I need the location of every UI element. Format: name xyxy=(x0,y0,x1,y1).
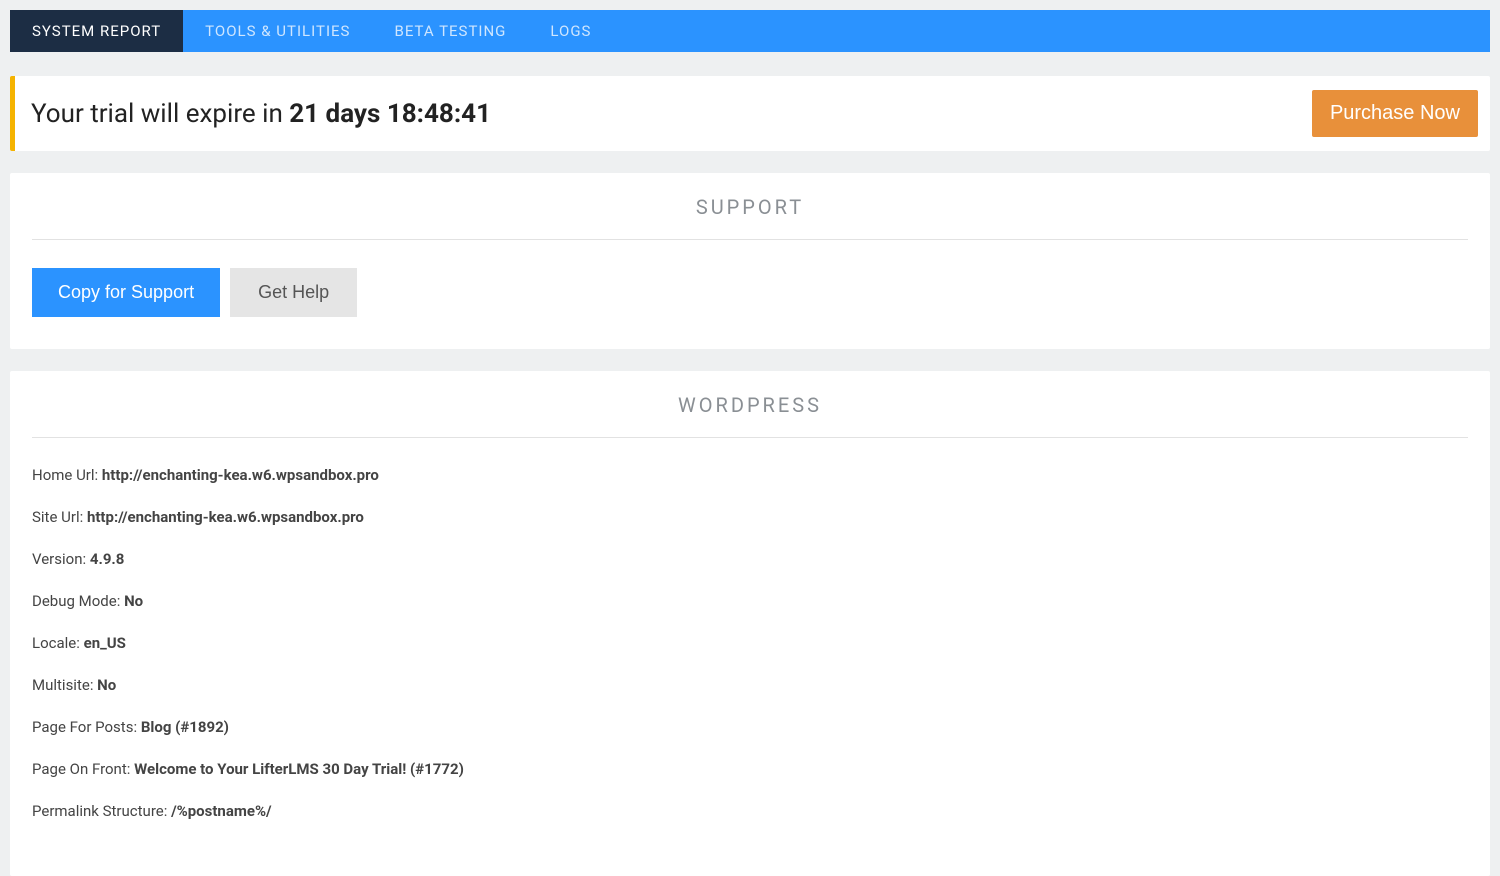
value: No xyxy=(124,592,143,610)
label: Locale: xyxy=(32,634,84,652)
trial-countdown: 21 days 18:48:41 xyxy=(289,99,491,129)
label: Version: xyxy=(32,550,90,568)
row-debug-mode: Debug Mode: No xyxy=(32,592,1468,610)
label: Page On Front: xyxy=(32,760,134,778)
row-page-for-posts: Page For Posts: Blog (#1892) xyxy=(32,718,1468,736)
label: Page For Posts: xyxy=(32,718,141,736)
row-permalink-structure: Permalink Structure: /%postname%/ xyxy=(32,802,1468,820)
purchase-now-button[interactable]: Purchase Now xyxy=(1312,90,1478,137)
value: Welcome to Your LifterLMS 30 Day Trial! … xyxy=(134,760,464,778)
value: /%postname%/ xyxy=(171,802,272,820)
wordpress-panel: WORDPRESS Home Url: http://enchanting-ke… xyxy=(10,371,1490,876)
get-help-button[interactable]: Get Help xyxy=(230,268,357,317)
trial-expiry-text: Your trial will expire in 21 days 18:48:… xyxy=(31,99,491,129)
tab-tools-utilities[interactable]: TOOLS & UTILITIES xyxy=(183,10,372,52)
value: No xyxy=(97,676,116,694)
value: http://enchanting-kea.w6.wpsandbox.pro xyxy=(102,466,379,484)
tab-beta-testing[interactable]: BETA TESTING xyxy=(372,10,528,52)
row-locale: Locale: en_US xyxy=(32,634,1468,652)
label: Home Url: xyxy=(32,466,102,484)
tab-logs[interactable]: LOGS xyxy=(528,10,613,52)
tab-system-report[interactable]: SYSTEM REPORT xyxy=(10,10,183,52)
row-home-url: Home Url: http://enchanting-kea.w6.wpsan… xyxy=(32,466,1468,484)
support-title: SUPPORT xyxy=(32,195,1468,240)
label: Site Url: xyxy=(32,508,87,526)
support-panel: SUPPORT Copy for Support Get Help xyxy=(10,173,1490,349)
value: en_US xyxy=(84,634,126,652)
row-page-on-front: Page On Front: Welcome to Your LifterLMS… xyxy=(32,760,1468,778)
row-version: Version: 4.9.8 xyxy=(32,550,1468,568)
wordpress-title: WORDPRESS xyxy=(32,393,1468,438)
row-multisite: Multisite: No xyxy=(32,676,1468,694)
label: Multisite: xyxy=(32,676,97,694)
tab-bar: SYSTEM REPORT TOOLS & UTILITIES BETA TES… xyxy=(10,10,1490,52)
copy-for-support-button[interactable]: Copy for Support xyxy=(32,268,220,317)
label: Permalink Structure: xyxy=(32,802,171,820)
value: Blog (#1892) xyxy=(141,718,229,736)
row-site-url: Site Url: http://enchanting-kea.w6.wpsan… xyxy=(32,508,1468,526)
wordpress-info-list: Home Url: http://enchanting-kea.w6.wpsan… xyxy=(32,466,1468,820)
label: Debug Mode: xyxy=(32,592,124,610)
trial-banner: Your trial will expire in 21 days 18:48:… xyxy=(10,76,1490,151)
trial-prefix: Your trial will expire in xyxy=(31,99,289,129)
value: http://enchanting-kea.w6.wpsandbox.pro xyxy=(87,508,364,526)
value: 4.9.8 xyxy=(90,550,125,568)
